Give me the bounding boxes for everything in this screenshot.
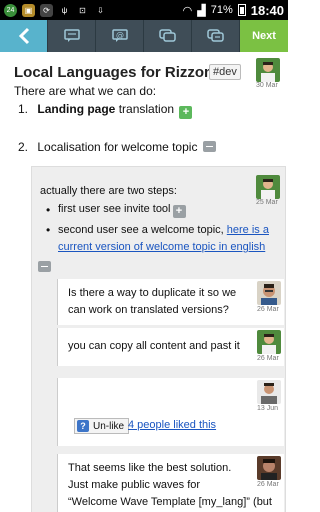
reply-line: can work on translated versions? bbox=[68, 304, 229, 316]
comment-icon bbox=[63, 29, 80, 42]
next-button[interactable]: Next bbox=[240, 20, 288, 52]
reply-date: 13 Jun bbox=[257, 405, 279, 412]
reply-text: That seems like the best solution. Just … bbox=[68, 460, 272, 511]
reply-date: 26 Mar bbox=[257, 306, 279, 313]
add-reply-icon[interactable]: + bbox=[179, 105, 193, 119]
notification-badge: 24 bbox=[4, 3, 17, 17]
topic-title: Local Languages for Rizzoma bbox=[14, 64, 226, 81]
like-icon: ? bbox=[77, 420, 89, 432]
reply-text: you can copy all content and past it bbox=[68, 338, 240, 355]
author-photo bbox=[257, 281, 281, 305]
likes-link[interactable]: 4 people liked this bbox=[128, 419, 216, 431]
author-photo bbox=[256, 175, 280, 199]
battery-icon bbox=[237, 4, 246, 16]
chat-icon bbox=[206, 29, 224, 42]
topic-date: 30 Mar bbox=[256, 82, 278, 89]
svg-text:@: @ bbox=[116, 31, 124, 40]
blip-text: actually there are two steps: bbox=[40, 185, 177, 197]
topic-tag[interactable]: #dev bbox=[209, 64, 241, 80]
mention-button[interactable]: @ bbox=[96, 20, 144, 52]
signal-icon: ▟ bbox=[197, 4, 206, 17]
topics-icon bbox=[158, 29, 176, 42]
list-item: 1. Landing page translation + bbox=[18, 102, 193, 119]
reply-date: 26 Mar bbox=[257, 481, 279, 488]
reply-date: 26 Mar bbox=[257, 355, 279, 362]
unlike-button[interactable]: ? Un-like bbox=[74, 418, 130, 434]
collapse-comments-icon[interactable] bbox=[38, 261, 51, 272]
reply-blip: you can copy all content and past it 26 … bbox=[57, 328, 284, 366]
list-item: 2. Localisation for welcome topic bbox=[18, 140, 216, 154]
blip-date: 25 Mar bbox=[256, 199, 278, 206]
reply-line: you can copy all content and past it bbox=[68, 340, 240, 352]
reply-text: Is there a way to duplicate it so we can… bbox=[68, 285, 236, 319]
reply-blip: 13 Jun ? Un-like 4 people liked this bbox=[57, 378, 284, 446]
reply-blip: That seems like the best solution. Just … bbox=[57, 454, 284, 512]
blip: actually there are two steps: 25 Mar fir… bbox=[38, 173, 281, 273]
author-photo bbox=[256, 58, 280, 82]
chat-button[interactable] bbox=[192, 20, 240, 52]
bullet-text: second user see a welcome topic, bbox=[58, 224, 227, 236]
avatar[interactable] bbox=[257, 330, 281, 354]
list-item-bold: Landing page bbox=[37, 102, 116, 116]
list-item-text: Localisation for welcome topic bbox=[37, 140, 198, 154]
avatar[interactable] bbox=[256, 175, 280, 199]
reply-line: “Welcome Wave Template [my_lang]” (but bbox=[68, 496, 272, 508]
wifi-icon: ◠ bbox=[182, 4, 193, 17]
reply-blip: Is there a way to duplicate it so we can… bbox=[57, 279, 284, 325]
list-number: 2. bbox=[18, 140, 29, 154]
author-photo bbox=[257, 380, 281, 404]
avatar[interactable] bbox=[257, 281, 281, 305]
intro-text: There are what we can do: bbox=[14, 84, 157, 98]
usb-icon: ψ bbox=[61, 5, 68, 15]
add-reply-icon[interactable]: + bbox=[172, 204, 186, 218]
list-item: first user see invite tool+ bbox=[46, 203, 186, 218]
avatar[interactable] bbox=[257, 456, 281, 480]
android-icon: ⊡ bbox=[79, 5, 86, 15]
reply-thread: actually there are two steps: 25 Mar fir… bbox=[31, 166, 286, 512]
list-item: second user see a welcome topic, here is… bbox=[46, 222, 276, 256]
bullet-text: first user see invite tool bbox=[58, 203, 171, 215]
comment-button[interactable] bbox=[48, 20, 96, 52]
topics-button[interactable] bbox=[144, 20, 192, 52]
reply-line: That seems like the best solution. bbox=[68, 462, 232, 474]
sync-icon: ⟳ bbox=[40, 3, 53, 17]
reply-line: Is there a way to duplicate it so we bbox=[68, 287, 237, 299]
top-toolbar: @ Next bbox=[0, 20, 288, 52]
like-bar: ? Un-like 4 people liked this bbox=[66, 418, 256, 440]
back-button[interactable] bbox=[0, 20, 48, 52]
avatar[interactable] bbox=[256, 58, 280, 82]
download-icon: ⇩ bbox=[97, 5, 104, 15]
back-arrow-icon bbox=[18, 27, 29, 45]
gallery-icon: ▣ bbox=[22, 3, 35, 17]
author-photo bbox=[257, 330, 281, 354]
clock: 18:40 bbox=[250, 2, 284, 18]
list-item-text: translation bbox=[115, 102, 175, 116]
status-bar: 24 ▣ ⟳ ψ ⊡ ⇩ ◠ ▟ 71% 18:40 bbox=[0, 0, 288, 20]
avatar[interactable] bbox=[257, 380, 281, 404]
reply-line: Just make public waves for bbox=[68, 479, 201, 491]
unlike-label: Un-like bbox=[93, 420, 125, 432]
mention-icon: @ bbox=[111, 29, 128, 42]
author-photo bbox=[257, 456, 281, 480]
battery-percent: 71% bbox=[210, 4, 233, 16]
collapse-comments-icon[interactable] bbox=[202, 141, 216, 152]
list-number: 1. bbox=[18, 102, 29, 116]
